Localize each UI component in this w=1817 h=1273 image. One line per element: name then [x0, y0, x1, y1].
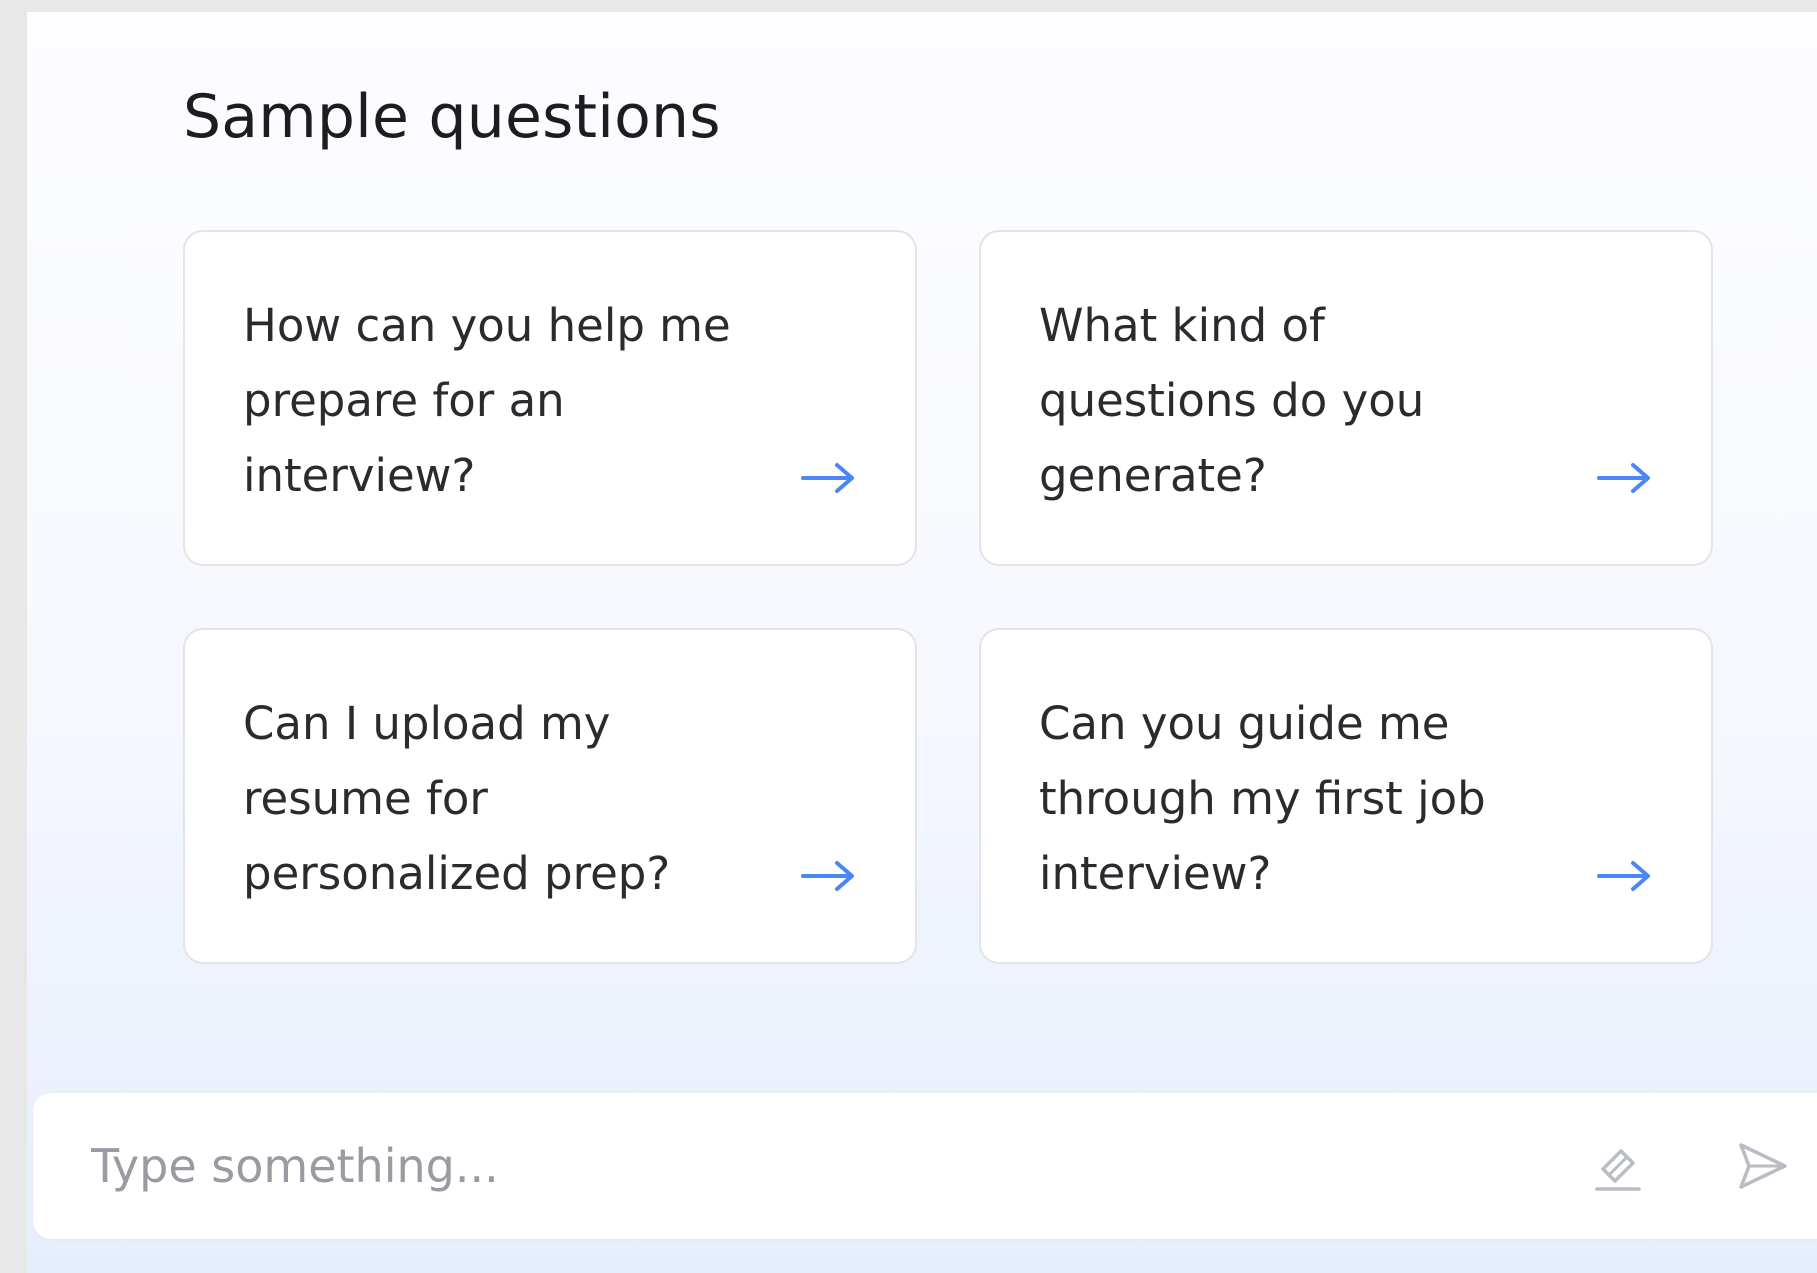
eraser-icon: [1595, 1149, 1641, 1191]
sample-questions-grid: How can you help me prepare for an inter…: [183, 230, 1713, 964]
sample-question-card-1[interactable]: How can you help me prepare for an inter…: [183, 230, 917, 566]
sample-question-card-2[interactable]: What kind of questions do you generate?: [979, 230, 1713, 566]
message-input[interactable]: [91, 1121, 1491, 1211]
clear-button[interactable]: [1583, 1131, 1653, 1201]
sample-question-card-3[interactable]: Can I upload my resume for personalized …: [183, 628, 917, 964]
sample-question-card-4[interactable]: Can you guide me through my first job in…: [979, 628, 1713, 964]
section-title: Sample questions: [183, 82, 721, 152]
arrow-right-icon: [1597, 463, 1650, 493]
chat-panel: Sample questions How can you help me pre…: [27, 12, 1817, 1273]
send-icon: [1739, 1143, 1787, 1189]
send-button[interactable]: [1727, 1131, 1797, 1201]
sample-question-text: What kind of questions do you generate?: [1039, 299, 1425, 502]
arrow-right-icon: [1597, 861, 1650, 891]
sample-question-text: Can you guide me through my first job in…: [1039, 697, 1486, 900]
sample-question-text: Can I upload my resume for personalized …: [243, 697, 671, 900]
message-input-bar: [33, 1093, 1817, 1239]
sample-question-text: How can you help me prepare for an inter…: [243, 299, 731, 502]
arrow-right-icon: [801, 463, 854, 493]
arrow-right-icon: [801, 861, 854, 891]
